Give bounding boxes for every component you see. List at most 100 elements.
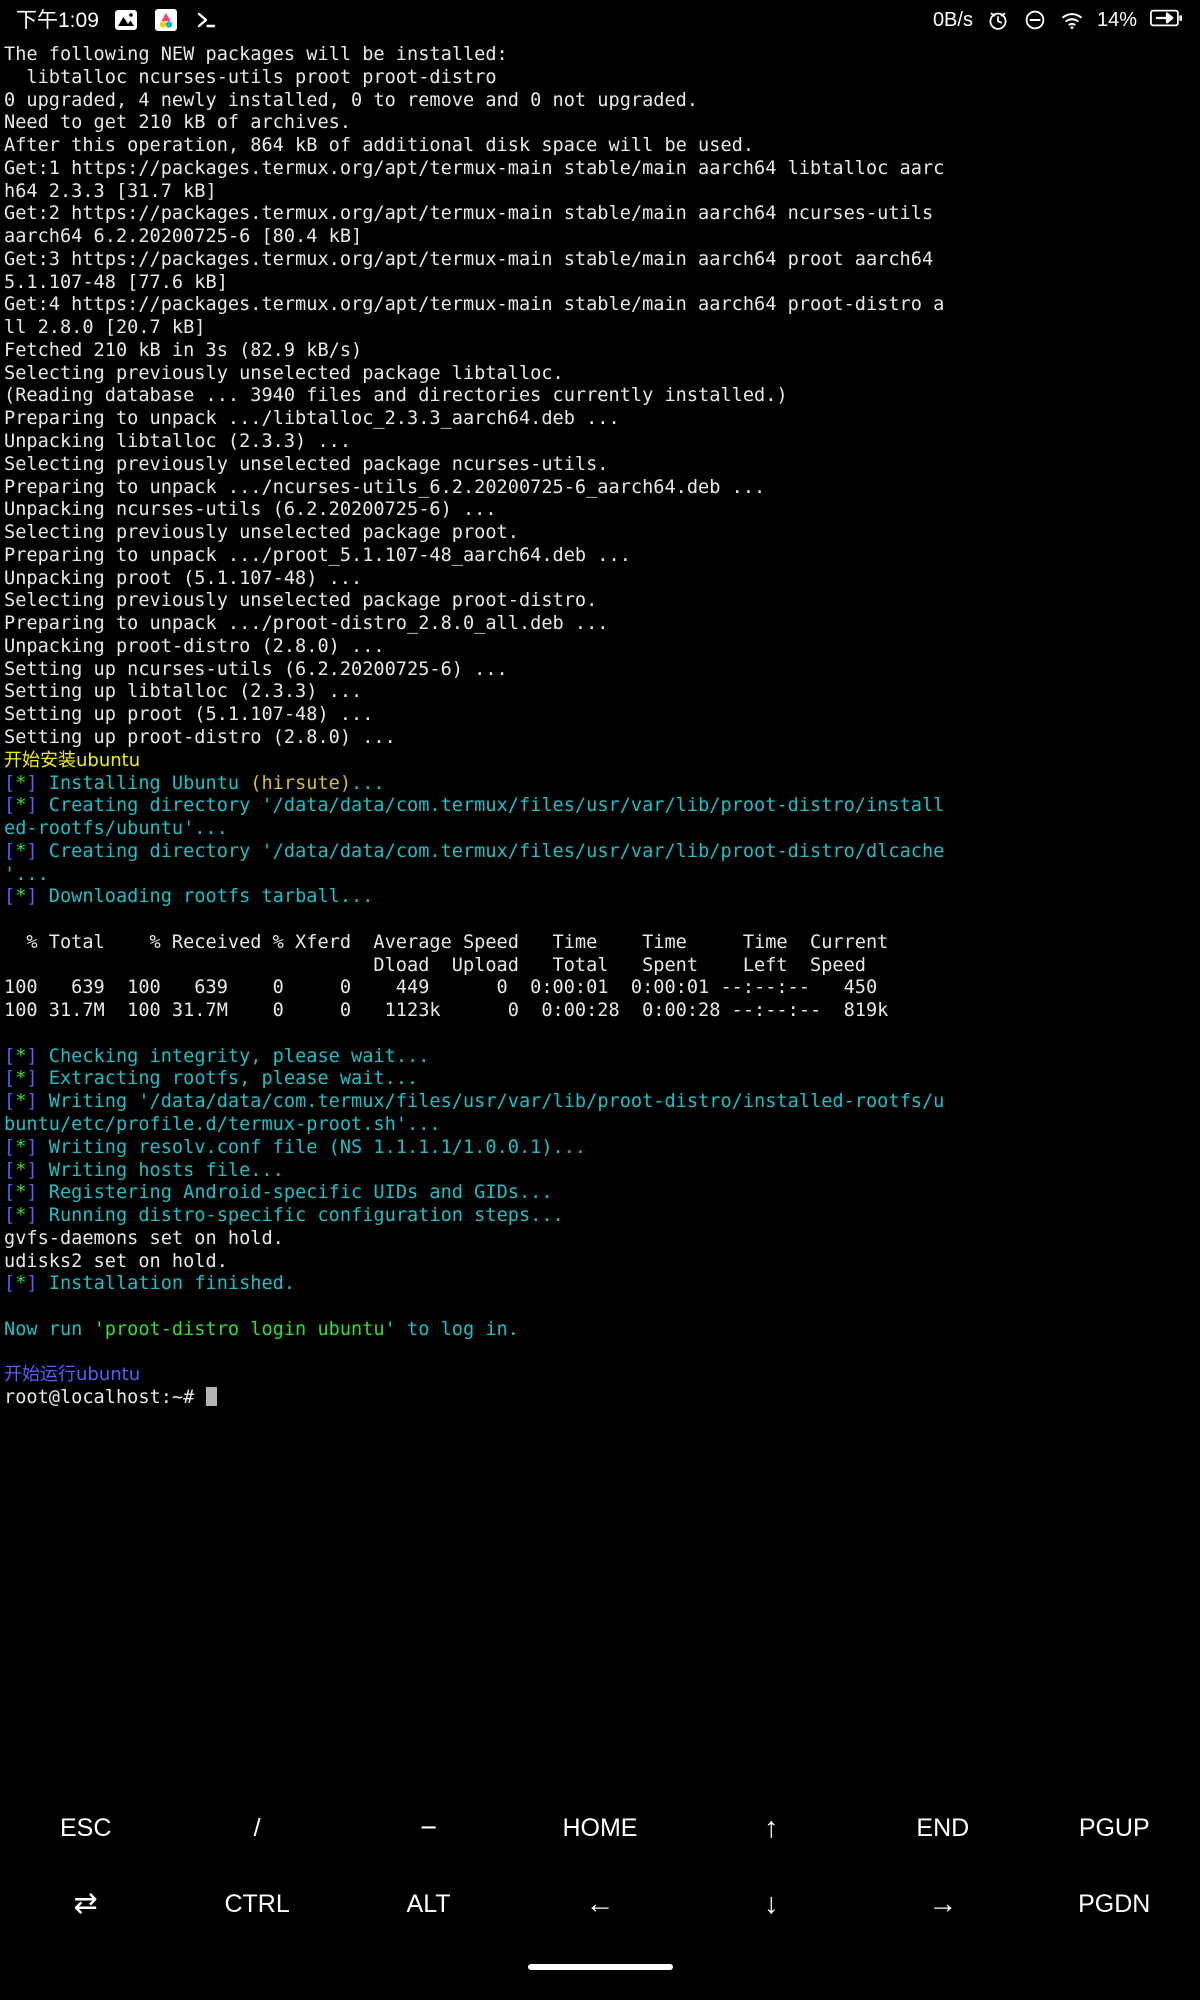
terminal-line: ed-rootfs/ubuntu'... [4,818,1196,841]
terminal-text: udisks2 set on hold. [4,1250,228,1272]
termux-icon [193,7,219,33]
terminal-line: The following NEW packages will be insta… [4,44,1196,67]
extra-keys-row-2: ⇄ CTRL ALT ← ↓ → PGDN [0,1866,1200,1942]
aurora-store-icon [153,7,179,33]
terminal-text: (hirsute) [250,772,352,794]
terminal-text: ] [26,1159,49,1181]
terminal-text: * [15,1159,27,1181]
terminal-text: Preparing to unpack .../proot_5.1.107-48… [4,544,631,566]
terminal-text: [ [4,1068,16,1090]
terminal-line: 开始安装ubuntu [4,750,1196,773]
battery-charging-icon [1149,8,1184,32]
terminal-text: * [15,1136,27,1158]
terminal-line: [*] Writing hosts file... [4,1160,1196,1183]
extra-keys-row-1: ESC / − HOME ↑ END PGUP [0,1790,1200,1866]
terminal-line: % Total % Received % Xferd Average Speed… [4,932,1196,955]
status-bar: 下午1:09 0B/s 14% [0,0,1200,40]
terminal-text: * [15,840,27,862]
key-arrow-right[interactable]: → [857,1866,1028,1942]
terminal-line: Get:3 https://packages.termux.org/apt/te… [4,249,1196,272]
terminal-text: Running distro-specific configuration st… [48,1205,564,1227]
terminal-line: Setting up proot (5.1.107-48) ... [4,704,1196,727]
key-minus[interactable]: − [343,1790,514,1866]
terminal-text: Preparing to unpack .../proot-distro_2.8… [4,613,609,635]
terminal-line: [*] Extracting rootfs, please wait... [4,1068,1196,1091]
terminal-line: Get:2 https://packages.termux.org/apt/te… [4,203,1196,226]
terminal-line: 开始运行ubuntu [4,1364,1196,1387]
terminal-line: Unpacking proot-distro (2.8.0) ... [4,636,1196,659]
terminal-text: [ [4,840,16,862]
terminal-text: Selecting previously unselected package … [4,453,609,475]
terminal-line: Need to get 210 kB of archives. [4,112,1196,135]
terminal-text: Writing hosts file... [48,1159,284,1181]
terminal-line: [*] Downloading rootfs tarball... [4,886,1196,909]
key-arrow-left[interactable]: ← [514,1866,685,1942]
do-not-disturb-icon [1023,8,1047,32]
terminal-line: buntu/etc/profile.d/termux-proot.sh'... [4,1114,1196,1137]
key-slash[interactable]: / [171,1790,342,1866]
key-esc[interactable]: ESC [0,1790,171,1866]
status-bar-left: 下午1:09 [16,7,219,33]
terminal-text: Creating directory '/data/data/com.termu… [48,795,945,817]
terminal-line: Selecting previously unselected package … [4,454,1196,477]
key-pgup[interactable]: PGUP [1029,1790,1200,1866]
extra-keys-bar: ESC / − HOME ↑ END PGUP ⇄ CTRL ALT ← ↓ → PGDN [0,1780,1200,2000]
terminal-text: ] [26,840,49,862]
terminal-text: gvfs-daemons set on hold. [4,1227,284,1249]
terminal-line: ll 2.8.0 [20.7 kB] [4,317,1196,340]
terminal-text: ll 2.8.0 [20.7 kB] [4,317,206,339]
home-indicator[interactable] [527,1964,673,1970]
terminal-line: Get:1 https://packages.termux.org/apt/te… [4,158,1196,181]
terminal-text: % Total % Received % Xferd Average Speed… [4,931,889,953]
key-home[interactable]: HOME [514,1790,685,1866]
terminal-text: ] [26,772,49,794]
terminal-line: Unpacking ncurses-utils (6.2.20200725-6)… [4,499,1196,522]
terminal-line: [*] Creating directory '/data/data/com.t… [4,841,1196,864]
terminal-line: 100 31.7M 100 31.7M 0 0 1123k 0 0:00:28 … [4,1000,1196,1023]
terminal-text: Unpacking proot-distro (2.8.0) ... [4,635,385,657]
terminal-text: Selecting previously unselected package … [4,362,564,384]
terminal-text: ] [26,795,49,817]
terminal-text: ] [26,1136,49,1158]
terminal-line: Preparing to unpack .../libtalloc_2.3.3_… [4,408,1196,431]
terminal-line: 100 639 100 639 0 0 449 0 0:00:01 0:00:0… [4,977,1196,1000]
terminal-line: Selecting previously unselected package … [4,363,1196,386]
terminal-line: root@localhost:~# [4,1387,1196,1410]
terminal-line: [*] Writing resolv.conf file (NS 1.1.1.1… [4,1137,1196,1160]
terminal-text: Creating directory '/data/data/com.termu… [48,840,945,862]
terminal-text: Dload Upload Total Spent Left Speed [4,954,866,976]
terminal-text: 开始安装ubuntu [4,749,141,771]
terminal-line: Unpacking proot (5.1.107-48) ... [4,568,1196,591]
terminal-text: Get:4 https://packages.termux.org/apt/te… [4,294,945,316]
terminal-output[interactable]: The following NEW packages will be insta… [0,40,1200,1780]
terminal-text: [ [4,1205,16,1227]
terminal-text: Setting up proot (5.1.107-48) ... [4,704,374,726]
terminal-line: Unpacking libtalloc (2.3.3) ... [4,431,1196,454]
terminal-text: 0 upgraded, 4 newly installed, 0 to remo… [4,89,699,111]
terminal-text: After this operation, 864 kB of addition… [4,135,755,157]
key-tab[interactable]: ⇄ [0,1866,171,1942]
terminal-text: [ [4,1159,16,1181]
key-pgdn[interactable]: PGDN [1029,1866,1200,1942]
gallery-icon [113,7,139,33]
key-ctrl[interactable]: CTRL [171,1866,342,1942]
terminal-line: libtalloc ncurses-utils proot proot-dist… [4,67,1196,90]
key-alt[interactable]: ALT [343,1866,514,1942]
terminal-text: The following NEW packages will be insta… [4,44,508,65]
terminal-line: Preparing to unpack .../proot-distro_2.8… [4,613,1196,636]
terminal-text: * [15,1068,27,1090]
terminal-text: Selecting previously unselected package … [4,522,519,544]
terminal-text: * [15,1273,27,1295]
terminal-line: [*] Checking integrity, please wait... [4,1046,1196,1069]
key-end[interactable]: END [857,1790,1028,1866]
terminal-line: [*] Installation finished. [4,1273,1196,1296]
terminal-text: Extracting rootfs, please wait... [48,1068,419,1090]
terminal-text: ] [26,1091,49,1113]
key-arrow-down[interactable]: ↓ [686,1866,857,1942]
key-arrow-up[interactable]: ↑ [686,1790,857,1866]
terminal-text: Preparing to unpack .../ncurses-utils_6.… [4,476,766,498]
terminal-text: Setting up ncurses-utils (6.2.20200725-6… [4,658,508,680]
